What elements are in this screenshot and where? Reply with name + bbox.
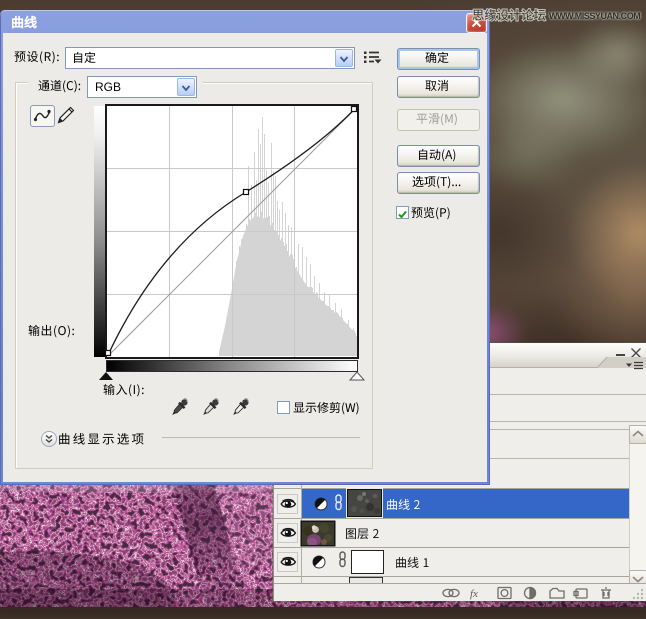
svg-text:fx: fx xyxy=(470,588,478,600)
